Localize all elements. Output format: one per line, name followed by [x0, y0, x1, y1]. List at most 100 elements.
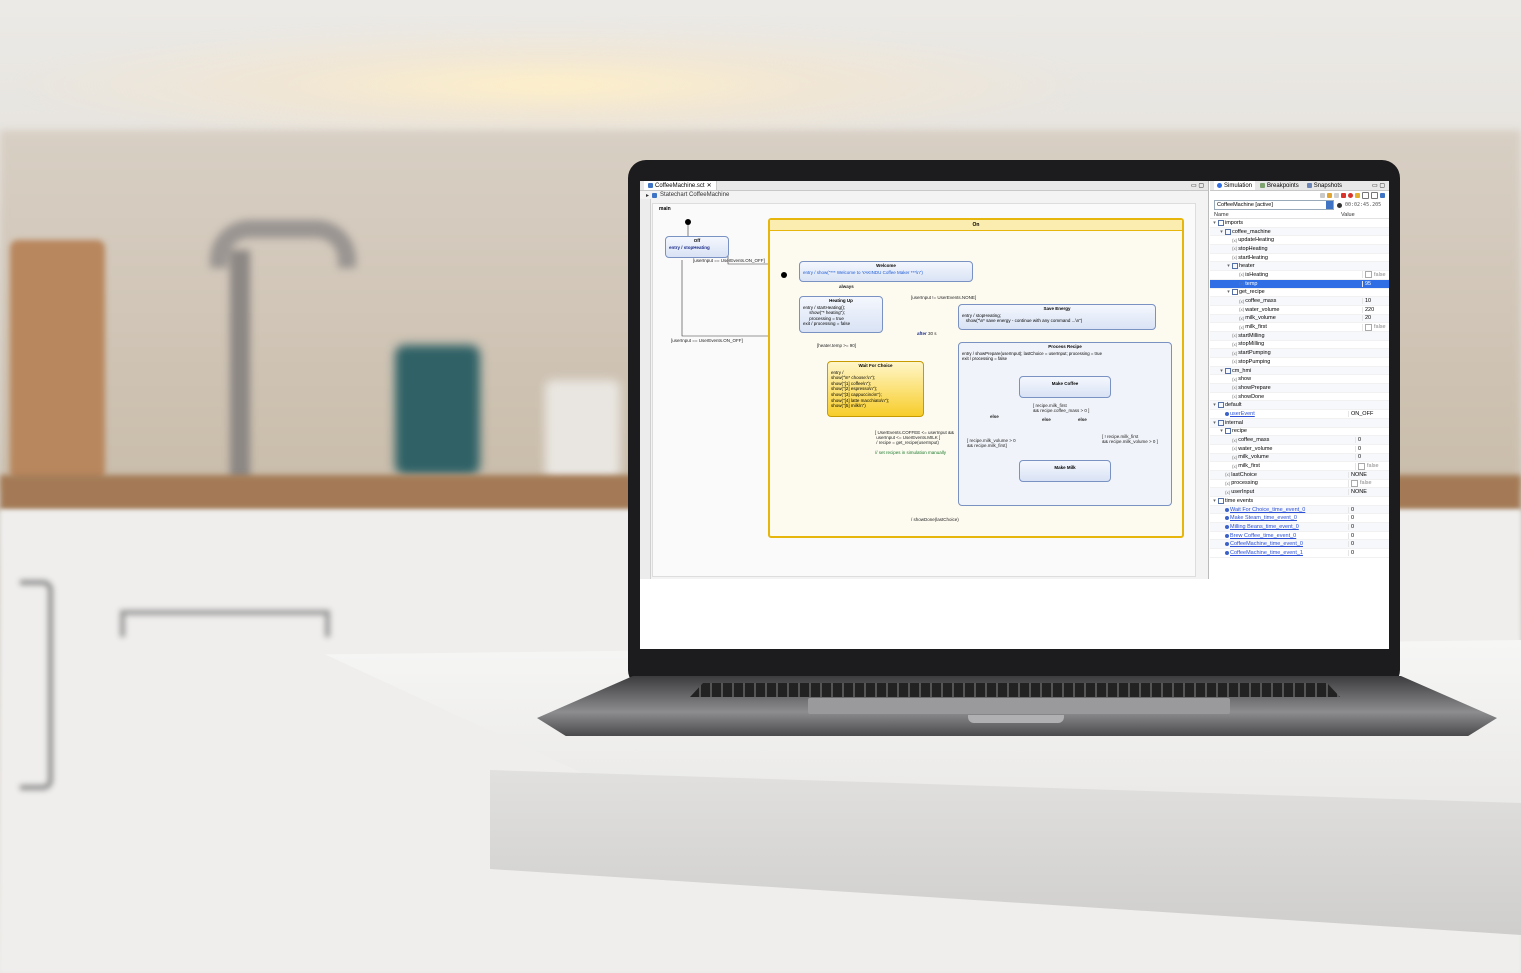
tab-snapshots[interactable]: Snapshots — [1304, 181, 1345, 190]
state-save-energy[interactable]: Save Energy entry / stopHeating; show("\… — [958, 304, 1156, 330]
expand-all-icon[interactable] — [1371, 191, 1378, 199]
window-controls[interactable]: ▭ ▢ — [1191, 182, 1208, 189]
variable-value-cell[interactable]: 0 — [1348, 515, 1389, 522]
variable-row[interactable]: CoffeeMachine_time_event_0 0 — [1210, 540, 1389, 550]
breadcrumb[interactable]: ▸ Statechart CoffeeMachine — [640, 191, 1208, 199]
variable-value-cell[interactable]: 0 — [1355, 445, 1389, 452]
variable-row[interactable]: userEvent ON_OFF — [1210, 410, 1389, 419]
step-icon[interactable] — [1334, 192, 1339, 198]
variable-row[interactable]: ▾ imports — [1210, 219, 1389, 228]
variable-row[interactable]: Milling Beans_time_event_0 0 — [1210, 523, 1389, 532]
tab-simulation[interactable]: Simulation — [1214, 181, 1256, 190]
variable-value-cell[interactable]: false — [1355, 462, 1389, 470]
expand-toggle-icon[interactable]: ▾ — [1226, 263, 1231, 269]
expand-toggle-icon[interactable]: ▾ — [1219, 229, 1224, 235]
variable-value-cell[interactable]: 0 — [1355, 454, 1389, 461]
expand-toggle-icon[interactable]: ▾ — [1219, 368, 1224, 374]
transition-label[interactable]: [heater.temp >= 90] — [817, 343, 856, 348]
variable-row[interactable]: ▾ get_recipe — [1210, 289, 1389, 298]
expand-toggle-icon[interactable]: ▾ — [1212, 498, 1217, 504]
transition-label[interactable]: else — [990, 414, 999, 419]
variable-row[interactable]: (x) isHeating false — [1210, 271, 1389, 280]
transition-label[interactable]: [userInput == UserEvents.ON_OFF] — [671, 338, 743, 343]
checkbox[interactable] — [1351, 479, 1358, 487]
transition-label[interactable]: [ ! recipe.milk_first && recipe.milk_vol… — [1102, 434, 1158, 444]
transition-label[interactable]: [userInput == UserEvents.ON_OFF] — [693, 258, 765, 263]
tab-coffeemachine-sct[interactable]: CoffeeMachine.sct ✕ — [644, 181, 717, 190]
checkbox[interactable] — [1365, 271, 1372, 279]
variable-row[interactable]: ▾ heater — [1210, 262, 1389, 272]
window-controls[interactable]: ▭ ▢ — [1372, 182, 1389, 189]
variable-value-cell[interactable]: 20 — [1362, 315, 1389, 322]
close-icon[interactable]: ✕ — [707, 182, 712, 189]
transition-label[interactable]: [ UserEvents.COFFEE <= userInput && user… — [875, 430, 954, 445]
variable-row[interactable]: (x) lastChoice NONE — [1210, 470, 1389, 480]
variable-value-cell[interactable]: false — [1348, 479, 1389, 487]
variable-row[interactable]: ▾ cm_hmi — [1210, 366, 1389, 376]
collapse-all-icon[interactable] — [1362, 191, 1369, 199]
variable-row[interactable]: (x) startPumping — [1210, 349, 1389, 358]
variable-row[interactable]: (x) show — [1210, 375, 1389, 385]
variable-row[interactable]: (x) updateHeating — [1210, 236, 1389, 246]
transition-label[interactable]: [userInput != UserEvents.NONE] — [911, 295, 976, 300]
variable-row[interactable]: (x) stopMilling — [1210, 341, 1389, 350]
transition-label[interactable]: / showDone(lastChoice) — [911, 517, 959, 522]
expand-toggle-icon[interactable]: ▾ — [1212, 220, 1217, 226]
suspend-icon[interactable] — [1327, 192, 1332, 198]
variable-row[interactable]: CoffeeMachine_time_event_1 0 — [1210, 549, 1389, 558]
transition-label[interactable]: [ recipe.milk_volume > 0 && recipe.milk_… — [967, 438, 1016, 448]
variable-value-cell[interactable]: NONE — [1348, 471, 1389, 478]
state-make-milk[interactable]: Make Milk — [1019, 460, 1111, 482]
expand-toggle-icon[interactable]: ▾ — [1212, 402, 1217, 408]
checkbox[interactable] — [1365, 323, 1372, 331]
transition-label[interactable]: else — [1078, 417, 1087, 422]
pin-icon[interactable] — [1380, 192, 1385, 198]
variable-row[interactable]: (x) water_volume 0 — [1210, 445, 1389, 454]
expand-toggle-icon[interactable]: ▾ — [1219, 428, 1224, 434]
variable-row[interactable]: (x) coffee_mass 10 — [1210, 297, 1389, 306]
transition-label[interactable]: else — [1042, 417, 1051, 422]
variable-row[interactable]: (x) milk_first false — [1210, 323, 1389, 332]
diagram-canvas[interactable]: main Off entry / stopHeating [userInput … — [652, 203, 1196, 577]
variable-row[interactable]: ▾ coffee_machine — [1210, 227, 1389, 237]
state-welcome[interactable]: Welcome entry / show("*** Welcome to YAK… — [799, 261, 973, 282]
tab-breakpoints[interactable]: Breakpoints — [1257, 181, 1302, 190]
variable-value-cell[interactable]: NONE — [1348, 489, 1389, 496]
variable-value-cell[interactable]: 0 — [1348, 506, 1389, 513]
variable-value-cell[interactable]: false — [1362, 323, 1389, 331]
variable-value-cell[interactable]: 0 — [1348, 523, 1389, 530]
transition-label[interactable]: [ recipe.milk_first && recipe.coffee_mas… — [1033, 403, 1089, 413]
variable-value-cell[interactable]: 220 — [1362, 306, 1389, 313]
variable-value-cell[interactable]: ON_OFF — [1348, 410, 1389, 417]
variable-value-cell[interactable]: 0 — [1355, 437, 1389, 444]
variable-value-cell[interactable]: 0 — [1348, 532, 1389, 539]
column-value[interactable]: Value — [1341, 212, 1355, 218]
variable-value-cell[interactable]: 0 — [1348, 549, 1389, 556]
palette-collapsed[interactable] — [640, 199, 651, 579]
state-heating-up[interactable]: Heating Up entry / startHeating(); show(… — [799, 296, 883, 333]
variable-row[interactable]: (x) startMilling — [1210, 331, 1389, 341]
snapshot-icon[interactable] — [1355, 192, 1360, 198]
variable-row[interactable]: Brew Coffee_time_event_0 0 — [1210, 532, 1389, 541]
variable-row[interactable]: (x) showPrepare — [1210, 384, 1389, 393]
expand-toggle-icon[interactable]: ▾ — [1212, 420, 1217, 426]
expand-toggle-icon[interactable]: ▾ — [1226, 289, 1231, 295]
variable-row[interactable]: (x) stopHeating — [1210, 245, 1389, 254]
variable-row[interactable]: (x) coffee_mass 0 — [1210, 436, 1389, 445]
variable-row[interactable]: (x) showDone — [1210, 393, 1389, 402]
variable-row[interactable]: ▾ internal — [1210, 418, 1389, 428]
variable-row[interactable]: (x) stopPumping — [1210, 358, 1389, 367]
column-name[interactable]: Name — [1214, 212, 1341, 218]
transition-label[interactable]: after 30 s — [917, 331, 937, 336]
transition-label[interactable]: always — [839, 284, 854, 289]
variable-row[interactable]: ▾ recipe — [1210, 428, 1389, 437]
remove-session-icon[interactable] — [1348, 192, 1353, 198]
variable-row[interactable]: Wait For Choice_time_event_0 0 — [1210, 505, 1389, 515]
variable-value-cell[interactable]: 10 — [1362, 298, 1389, 305]
variable-row[interactable]: Make Steam_time_event_0 0 — [1210, 514, 1389, 524]
state-make-coffee[interactable]: Make Coffee — [1019, 376, 1111, 398]
variable-row[interactable]: (x) milk_volume 20 — [1210, 314, 1389, 324]
variable-row[interactable]: (x) water_volume 220 — [1210, 306, 1389, 315]
state-wait-for-choice[interactable]: Wait For Choice entry / show("\n* choose… — [827, 361, 924, 417]
checkbox[interactable] — [1358, 462, 1365, 470]
